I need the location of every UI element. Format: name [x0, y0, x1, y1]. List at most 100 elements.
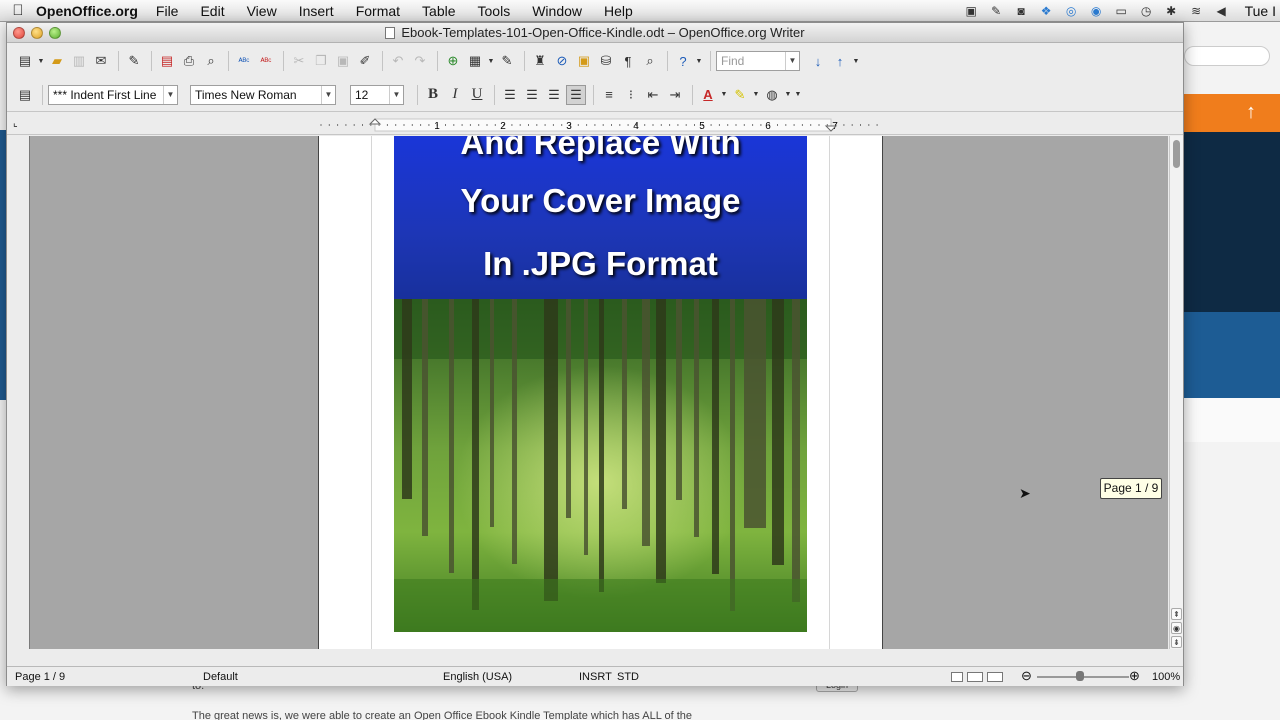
time-machine-icon[interactable]: ◷ — [1139, 4, 1154, 18]
menu-table[interactable]: Table — [422, 3, 455, 19]
justify-icon[interactable]: ☰ — [566, 84, 586, 105]
next-page-icon[interactable]: ⇟ — [1171, 636, 1182, 648]
find-field[interactable]: Find ▼ — [716, 51, 800, 71]
bluetooth-icon[interactable]: ✱ — [1164, 4, 1179, 18]
evernote-icon[interactable]: ◉ — [1089, 4, 1104, 18]
redo-icon[interactable]: ↷ — [410, 51, 430, 71]
book-view-icon[interactable] — [987, 672, 1003, 683]
data-sources-icon[interactable]: ⛁ — [596, 51, 616, 71]
zoom-icon[interactable]: ⌕ — [640, 51, 660, 71]
previous-page-icon[interactable]: ⇞ — [1171, 608, 1182, 620]
decrease-indent-icon[interactable]: ⇤ — [643, 85, 663, 105]
font-name-select[interactable]: Times New Roman ▼ — [190, 84, 336, 105]
sync-icon[interactable]: ◎ — [1064, 4, 1079, 18]
hyperlink-icon[interactable]: ⊕ — [443, 51, 463, 71]
cover-image[interactable]: And Replace With Your Cover Image In .JP… — [394, 136, 807, 632]
zoom-slider-thumb[interactable] — [1076, 671, 1084, 681]
status-insert-mode[interactable]: INSRT — [579, 671, 612, 683]
background-color-icon[interactable]: ◍ — [762, 85, 782, 105]
new-document-icon[interactable]: ▤ — [15, 51, 35, 71]
volume-icon[interactable]: ◀ — [1214, 4, 1229, 18]
status-language[interactable]: English (USA) — [443, 671, 512, 683]
find-next-icon[interactable]: ↓ — [808, 51, 828, 71]
menu-file[interactable]: File — [156, 3, 179, 19]
status-page-number[interactable]: Page 1 / 9 — [15, 671, 65, 683]
screenshot-icon[interactable]: ◙ — [1014, 4, 1029, 18]
find-previous-icon[interactable]: ↑ — [830, 51, 850, 71]
menu-format[interactable]: Format — [356, 3, 400, 19]
menu-tools[interactable]: Tools — [478, 3, 511, 19]
italic-button[interactable]: I — [445, 85, 465, 105]
window-titlebar[interactable]: Ebook-Templates-101-Open-Office-Kindle.o… — [7, 23, 1183, 43]
help-icon[interactable]: ? — [673, 51, 693, 71]
numbering-icon[interactable]: ≡ — [599, 85, 619, 105]
find-overflow-icon[interactable]: ▼ — [852, 51, 860, 71]
table-dropdown-icon[interactable]: ▼ — [487, 51, 495, 71]
align-left-icon[interactable]: ☰ — [500, 85, 520, 105]
find-replace-icon[interactable]: ♜ — [530, 51, 550, 71]
background-color-dropdown-icon[interactable]: ▼ — [784, 85, 792, 105]
menu-edit[interactable]: Edit — [200, 3, 224, 19]
tab-stop-selector-icon[interactable]: ⌞ — [13, 118, 18, 129]
menu-insert[interactable]: Insert — [299, 3, 334, 19]
undo-icon[interactable]: ↶ — [388, 51, 408, 71]
bold-button[interactable]: B — [423, 85, 443, 105]
gallery-icon[interactable]: ▣ — [574, 51, 594, 71]
status-page-style[interactable]: Default — [203, 671, 238, 683]
show-draw-functions-icon[interactable]: ✎ — [497, 51, 517, 71]
chevron-down-icon[interactable]: ▼ — [163, 85, 177, 104]
camera-icon[interactable]: ▣ — [964, 4, 979, 18]
chevron-down-icon[interactable]: ▼ — [321, 85, 335, 104]
save-icon[interactable]: ▥ — [69, 51, 89, 71]
navigator-icon[interactable]: ⊘ — [552, 51, 572, 71]
formatting-marks-icon[interactable]: ¶ — [618, 51, 638, 71]
new-dropdown-icon[interactable]: ▼ — [37, 51, 45, 71]
paragraph-style-select[interactable]: *** Indent First Line ▼ — [48, 84, 178, 105]
display-icon[interactable]: ▭ — [1114, 4, 1129, 18]
minimize-window-button[interactable] — [31, 27, 43, 39]
wifi-icon[interactable]: ≋ — [1189, 4, 1204, 18]
font-color-icon[interactable]: A — [698, 85, 718, 105]
clone-formatting-icon[interactable]: ✐ — [355, 51, 375, 71]
zoom-in-icon[interactable]: ⊕ — [1129, 668, 1140, 684]
chevron-down-icon[interactable]: ▼ — [389, 85, 403, 104]
navigation-icon[interactable]: ◉ — [1171, 622, 1182, 634]
highlighting-dropdown-icon[interactable]: ▼ — [752, 85, 760, 105]
menu-view[interactable]: View — [247, 3, 277, 19]
horizontal-ruler[interactable]: 1 2 3 4 5 6 7 — [319, 118, 883, 132]
email-icon[interactable]: ✉ — [91, 51, 111, 71]
table-icon[interactable]: ▦ — [465, 51, 485, 71]
menu-clock[interactable]: Tue I — [1245, 3, 1276, 19]
paste-icon[interactable]: ▣ — [333, 51, 353, 71]
print-preview-icon[interactable]: ⌕ — [201, 51, 221, 71]
status-selection-mode[interactable]: STD — [617, 671, 639, 683]
styles-formatting-icon[interactable]: ▤ — [15, 85, 35, 105]
document-canvas[interactable]: And Replace With Your Cover Image In .JP… — [29, 136, 1168, 649]
document-page[interactable]: And Replace With Your Cover Image In .JP… — [318, 136, 883, 649]
export-pdf-icon[interactable]: ▤ — [157, 51, 177, 71]
autospellcheck-icon[interactable]: ᴬᴮᶜ — [256, 51, 276, 71]
multi-page-view-icon[interactable] — [967, 672, 983, 683]
font-size-select[interactable]: 12 ▼ — [350, 84, 404, 105]
bg-scroll-top-button[interactable]: ↑ — [1184, 94, 1280, 132]
menu-window[interactable]: Window — [532, 3, 582, 19]
zoom-window-button[interactable] — [49, 27, 61, 39]
cut-icon[interactable]: ✂ — [289, 51, 309, 71]
toolbar-overflow-icon[interactable]: ▼ — [695, 51, 703, 71]
menu-help[interactable]: Help — [604, 3, 633, 19]
align-right-icon[interactable]: ☰ — [544, 85, 564, 105]
vertical-scrollbar[interactable]: ⇞ ◉ ⇟ — [1169, 136, 1183, 649]
tools-icon[interactable]: ✎ — [989, 4, 1004, 18]
status-zoom-level[interactable]: 100% — [1152, 671, 1180, 683]
highlighting-icon[interactable]: ✎ — [730, 85, 750, 105]
dropbox-icon[interactable]: ❖ — [1039, 4, 1054, 18]
increase-indent-icon[interactable]: ⇥ — [665, 85, 685, 105]
formatting-overflow-icon[interactable]: ▼ — [794, 85, 802, 105]
font-color-dropdown-icon[interactable]: ▼ — [720, 85, 728, 105]
copy-icon[interactable]: ❐ — [311, 51, 331, 71]
close-window-button[interactable] — [13, 27, 25, 39]
single-page-view-icon[interactable] — [951, 672, 963, 683]
edit-file-icon[interactable]: ✎ — [124, 51, 144, 71]
zoom-out-icon[interactable]: ⊖ — [1021, 668, 1032, 684]
underline-button[interactable]: U — [467, 85, 487, 105]
